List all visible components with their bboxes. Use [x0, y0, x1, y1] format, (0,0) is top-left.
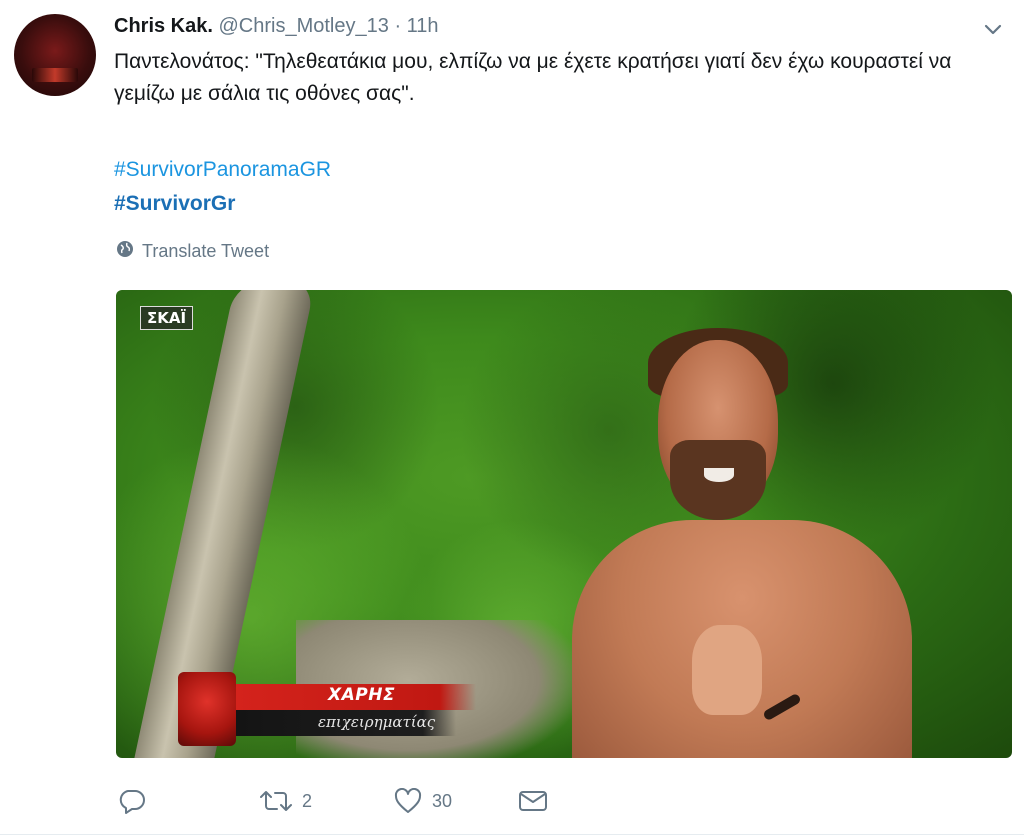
heart-icon — [394, 788, 422, 814]
tweet-actions: 2 30 — [118, 784, 548, 818]
tweet-header: Chris Kak. @Chris_Motley_13 · 11h — [114, 13, 964, 39]
globe-icon — [116, 240, 134, 263]
tweet-media-image[interactable]: ΣΚΑΪ ΧΑΡΗΣ επιχειρηματίας — [116, 290, 1012, 758]
envelope-icon — [518, 789, 548, 813]
channel-logo: ΣΚΑΪ — [140, 306, 194, 330]
translate-tweet-button[interactable]: Translate Tweet — [116, 240, 269, 263]
reply-icon — [118, 788, 146, 814]
lower-third: ΧΑΡΗΣ επιχειρηματίας — [178, 672, 478, 746]
author-handle[interactable]: @Chris_Motley_13 — [219, 15, 389, 37]
direct-message-button[interactable] — [518, 789, 548, 813]
hashtag-link[interactable]: #SurvivorPanoramaGR — [114, 153, 331, 187]
hashtag-list: #SurvivorPanoramaGR #SurvivorGr — [114, 153, 331, 221]
translate-label: Translate Tweet — [142, 241, 270, 261]
retweet-icon — [260, 789, 292, 813]
header-separator: · — [394, 15, 402, 37]
lower-third-role: επιχειρηματίας — [318, 713, 436, 731]
tweet-timestamp[interactable]: 11h — [407, 15, 439, 37]
like-count: 30 — [432, 790, 453, 811]
retweet-count: 2 — [302, 790, 313, 811]
show-logo — [178, 672, 236, 746]
tweet-text: Παντελονάτος: "Τηλεθεατάκια μου, ελπίζω … — [114, 50, 952, 105]
chevron-down-icon[interactable] — [982, 18, 1004, 40]
retweet-button[interactable]: 2 — [260, 789, 312, 813]
lower-third-name: ΧΑΡΗΣ — [328, 685, 396, 705]
like-button[interactable]: 30 — [394, 788, 452, 814]
person-hands — [692, 625, 762, 715]
person-mouth — [704, 468, 734, 482]
person-figure — [572, 320, 912, 758]
author-name[interactable]: Chris Kak. — [114, 15, 213, 37]
reply-button[interactable] — [118, 788, 150, 814]
hashtag-link[interactable]: #SurvivorGr — [114, 187, 331, 221]
avatar[interactable] — [14, 14, 96, 96]
avatar-graphic — [32, 68, 78, 82]
